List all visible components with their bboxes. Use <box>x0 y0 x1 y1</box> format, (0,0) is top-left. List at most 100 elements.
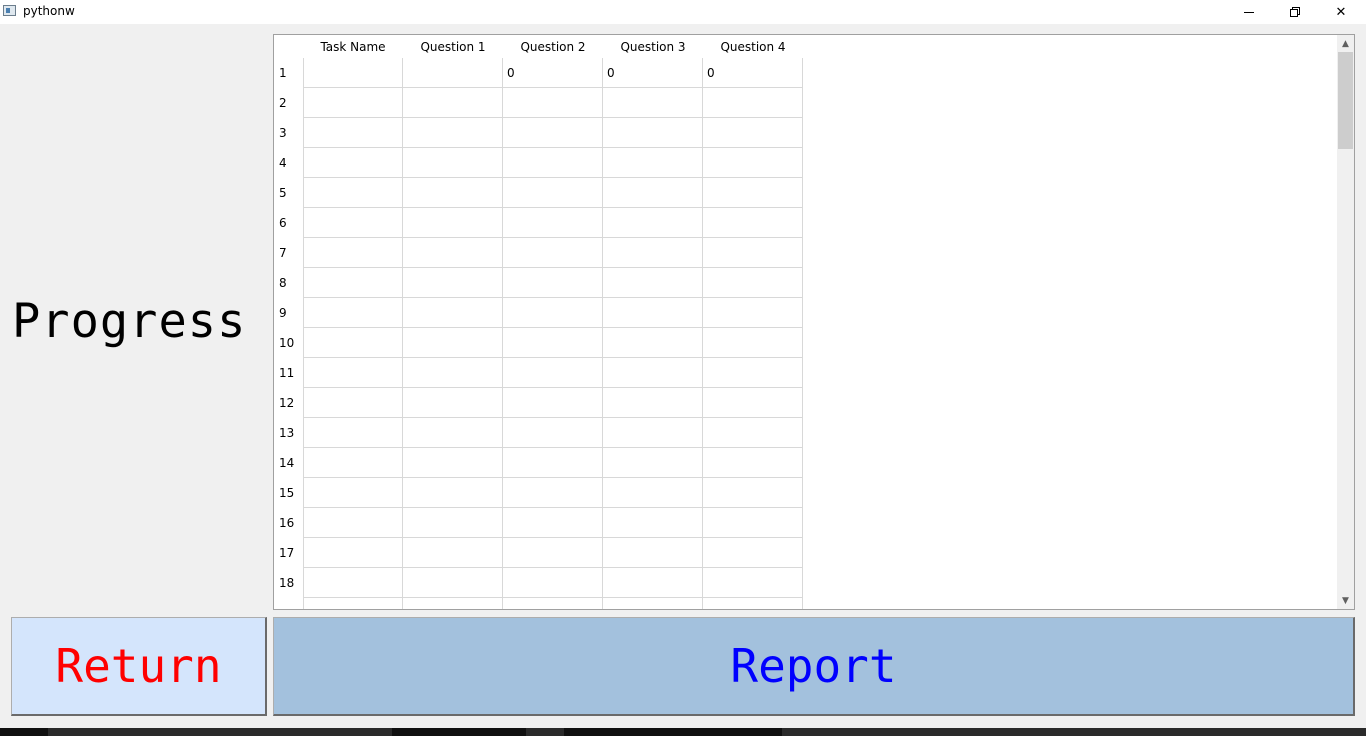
table-cell[interactable] <box>303 298 403 328</box>
row-header[interactable]: 1 <box>274 58 302 88</box>
table-cell[interactable] <box>503 538 603 568</box>
table-cell[interactable] <box>403 478 503 508</box>
table-cell[interactable] <box>503 178 603 208</box>
table-cell[interactable] <box>503 208 603 238</box>
table-cell[interactable] <box>603 148 703 178</box>
restore-button[interactable] <box>1272 0 1318 24</box>
table-cell[interactable] <box>403 298 503 328</box>
table-cell[interactable] <box>603 358 703 388</box>
column-header[interactable]: Question 2 <box>503 35 603 59</box>
table-cell[interactable] <box>703 268 803 298</box>
row-header[interactable]: 3 <box>274 118 302 148</box>
table-cell[interactable] <box>703 88 803 118</box>
row-header[interactable]: 8 <box>274 268 302 298</box>
row-header[interactable]: 5 <box>274 178 302 208</box>
table-cell[interactable] <box>603 388 703 418</box>
row-header[interactable]: 18 <box>274 568 302 598</box>
scroll-down-icon[interactable]: ▼ <box>1337 592 1354 609</box>
table-cell[interactable] <box>503 388 603 418</box>
table-cell[interactable] <box>603 478 703 508</box>
table-cell[interactable] <box>603 298 703 328</box>
table-cell[interactable] <box>403 88 503 118</box>
table-cell[interactable] <box>703 538 803 568</box>
table-cell[interactable] <box>703 328 803 358</box>
row-header[interactable]: 11 <box>274 358 302 388</box>
table-cell[interactable] <box>303 478 403 508</box>
table-cell[interactable] <box>303 598 403 609</box>
table-cell[interactable] <box>403 208 503 238</box>
table-cell[interactable] <box>703 388 803 418</box>
table-cell[interactable] <box>303 178 403 208</box>
table-cell[interactable] <box>603 448 703 478</box>
table-cell[interactable] <box>303 88 403 118</box>
row-header[interactable]: 2 <box>274 88 302 118</box>
table-cell[interactable] <box>603 208 703 238</box>
table-cell[interactable] <box>403 268 503 298</box>
table-cell[interactable] <box>503 418 603 448</box>
row-header[interactable]: 13 <box>274 418 302 448</box>
table-cell[interactable] <box>603 538 703 568</box>
table-cell[interactable]: 0 <box>703 58 803 88</box>
table-cell[interactable] <box>303 58 403 88</box>
table-cell[interactable] <box>403 178 503 208</box>
table-cell[interactable] <box>403 448 503 478</box>
table-cell[interactable] <box>403 598 503 609</box>
table-cell[interactable] <box>303 148 403 178</box>
table-cell[interactable] <box>303 418 403 448</box>
table-cell[interactable] <box>303 238 403 268</box>
table-cell[interactable] <box>303 538 403 568</box>
table-cell[interactable] <box>703 598 803 609</box>
column-header[interactable]: Question 4 <box>703 35 803 59</box>
close-button[interactable]: ✕ <box>1318 0 1364 24</box>
row-header[interactable]: 17 <box>274 538 302 568</box>
table-cell[interactable] <box>603 238 703 268</box>
table-cell[interactable] <box>503 268 603 298</box>
table-cell[interactable] <box>403 328 503 358</box>
table-cell[interactable] <box>703 568 803 598</box>
row-header[interactable]: 6 <box>274 208 302 238</box>
table-cell[interactable] <box>703 178 803 208</box>
table-cell[interactable] <box>303 508 403 538</box>
table-cell[interactable] <box>703 358 803 388</box>
row-header[interactable]: 14 <box>274 448 302 478</box>
table-cell[interactable] <box>603 328 703 358</box>
table-cell[interactable] <box>703 418 803 448</box>
row-header[interactable]: 9 <box>274 298 302 328</box>
table-cell[interactable] <box>503 478 603 508</box>
table-cell[interactable] <box>403 58 503 88</box>
table-cell[interactable] <box>703 448 803 478</box>
table-cell[interactable] <box>403 388 503 418</box>
table-cell[interactable] <box>403 148 503 178</box>
table-cell[interactable] <box>503 148 603 178</box>
table-cell[interactable] <box>303 358 403 388</box>
table-cell[interactable] <box>703 508 803 538</box>
table-cell[interactable] <box>603 568 703 598</box>
row-header[interactable]: 7 <box>274 238 302 268</box>
table-cell[interactable] <box>303 208 403 238</box>
table-cell[interactable] <box>303 268 403 298</box>
progress-table[interactable]: Task Name Question 1 Question 2 Question 3Q… <box>273 34 1355 610</box>
report-button[interactable]: Report <box>273 617 1355 716</box>
table-cell[interactable] <box>403 418 503 448</box>
table-cell[interactable] <box>703 148 803 178</box>
table-cell[interactable] <box>603 508 703 538</box>
table-cell[interactable] <box>403 358 503 388</box>
table-cell[interactable] <box>303 118 403 148</box>
row-header[interactable]: 16 <box>274 508 302 538</box>
table-cell[interactable] <box>503 88 603 118</box>
table-cell[interactable] <box>503 358 603 388</box>
column-header[interactable]: Question 1 <box>403 35 503 59</box>
table-cell[interactable] <box>403 568 503 598</box>
table-cell[interactable] <box>503 238 603 268</box>
table-cell[interactable] <box>703 118 803 148</box>
table-cell[interactable] <box>503 448 603 478</box>
column-header[interactable]: Task Name <box>303 35 403 59</box>
table-cell[interactable] <box>703 478 803 508</box>
table-cell[interactable] <box>403 538 503 568</box>
scroll-up-icon[interactable]: ▲ <box>1337 35 1354 52</box>
vertical-scrollbar[interactable]: ▲ ▼ <box>1337 35 1354 609</box>
row-header[interactable]: 15 <box>274 478 302 508</box>
table-cell[interactable]: 0 <box>603 58 703 88</box>
table-cell[interactable] <box>603 88 703 118</box>
row-header[interactable]: 12 <box>274 388 302 418</box>
